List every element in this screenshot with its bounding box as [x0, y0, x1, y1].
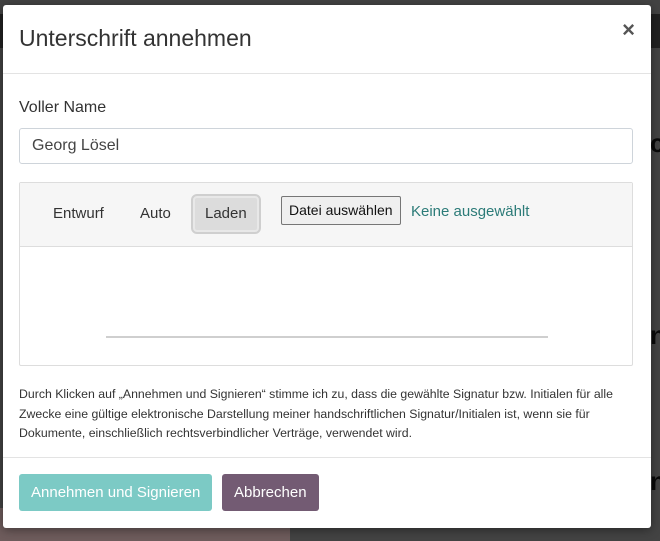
signature-baseline: [106, 336, 548, 338]
cancel-button[interactable]: Abbrechen: [222, 474, 319, 511]
legal-disclaimer: Durch Klicken auf „Annehmen und Signiere…: [19, 387, 613, 440]
dialog-title: Unterschrift annehmen: [19, 25, 252, 51]
signature-mode-toolbar: Entwurf Auto Laden Datei auswählen Keine…: [20, 183, 632, 247]
signature-panel: Entwurf Auto Laden Datei auswählen Keine…: [19, 182, 633, 366]
tab-laden[interactable]: Laden: [191, 194, 261, 234]
dialog-header: Unterschrift annehmen ×: [3, 5, 651, 74]
file-status-text: Keine ausgewählt: [411, 203, 530, 220]
signature-dialog: Unterschrift annehmen × Voller Name Entw…: [3, 5, 651, 528]
choose-file-button[interactable]: Datei auswählen: [281, 196, 401, 225]
close-icon[interactable]: ×: [622, 19, 635, 41]
full-name-label: Voller Name: [19, 99, 107, 116]
tab-entwurf[interactable]: Entwurf: [41, 196, 116, 232]
dialog-footer: Annehmen und Signieren Abbrechen: [3, 457, 651, 529]
accept-and-sign-button[interactable]: Annehmen und Signieren: [19, 474, 213, 511]
tab-auto[interactable]: Auto: [128, 196, 183, 232]
full-name-input[interactable]: [19, 128, 633, 164]
